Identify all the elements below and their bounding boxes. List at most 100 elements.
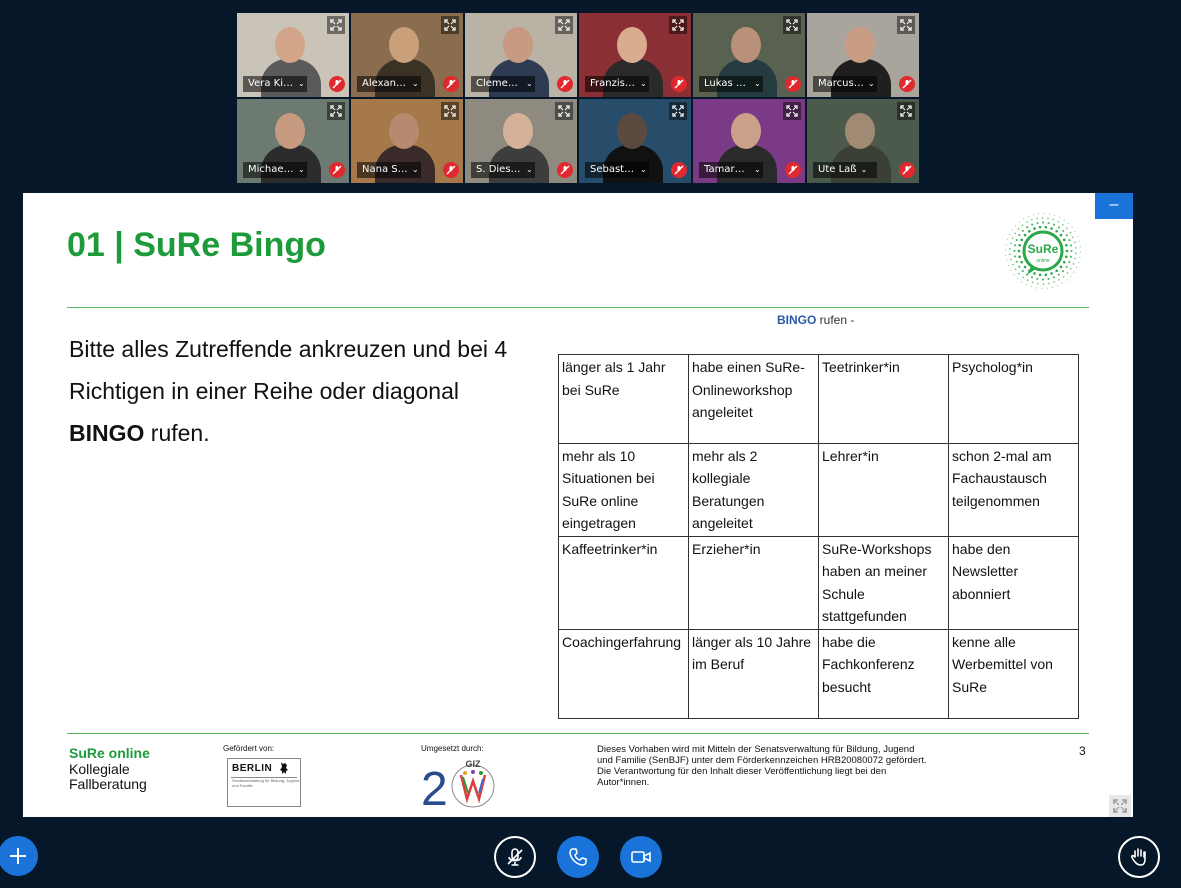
cropped-text-fragment: BINGO rufen - — [777, 313, 855, 327]
minimize-presentation-button[interactable]: – — [1095, 193, 1133, 219]
expand-video-button[interactable] — [441, 102, 459, 120]
logo-subtext: online — [1036, 258, 1050, 264]
funded-by-label: Gefördert von: — [223, 744, 275, 753]
participant-tile[interactable]: Michael … ⌄ — [237, 99, 349, 183]
participant-tile[interactable]: Franzisk… ⌄ — [579, 13, 691, 97]
chevron-down-icon: ⌄ — [868, 79, 875, 88]
presentation-slide: 01 | SuRe Bingo SuRe online BINGO rufen … — [23, 193, 1133, 817]
participant-tile[interactable]: Marcus … ⌄ — [807, 13, 919, 97]
participant-name[interactable]: Nana Sh… ⌄ — [357, 162, 421, 178]
chevron-down-icon: ⌄ — [526, 79, 533, 88]
expand-video-button[interactable] — [897, 102, 915, 120]
expand-video-button[interactable] — [897, 16, 915, 34]
bingo-grid: länger als 1 Jahr bei SuRe habe einen SuR… — [558, 354, 1079, 719]
expand-video-button[interactable] — [669, 102, 687, 120]
audio-button[interactable] — [557, 836, 599, 878]
participant-name-label: Marcus … — [818, 78, 864, 89]
expand-icon — [786, 105, 798, 117]
participant-tile[interactable]: Tamara … ⌄ — [693, 99, 805, 183]
muted-icon — [443, 76, 459, 92]
mic-off-icon — [507, 848, 523, 866]
bingo-cell: SuRe-Workshops haben an meiner Schule st… — [818, 535, 949, 630]
chevron-down-icon: ⌄ — [754, 79, 761, 88]
header-divider — [67, 307, 1089, 308]
participant-name[interactable]: Clemen… ⌄ — [471, 76, 535, 92]
giz-20-logo: 2 GIZ — [421, 759, 495, 811]
bingo-cell: länger als 10 Jahre im Beruf — [688, 628, 819, 719]
expand-icon — [786, 19, 798, 31]
participant-name[interactable]: Sebasti… ⌄ — [585, 162, 649, 178]
bingo-cell: Teetrinker*in — [818, 354, 949, 444]
participant-name-label: Clemen… — [476, 78, 522, 89]
participant-tile[interactable]: Lukas H… ⌄ — [693, 13, 805, 97]
participant-tile[interactable]: Clemen… ⌄ — [465, 13, 577, 97]
expand-icon — [444, 19, 456, 31]
participant-name-label: Franzisk… — [590, 78, 636, 89]
expand-icon — [444, 105, 456, 117]
expand-video-button[interactable] — [783, 102, 801, 120]
expand-icon — [558, 19, 570, 31]
chevron-down-icon: ⌄ — [860, 165, 868, 174]
participant-tile[interactable]: Vera Kia… ⌄ — [237, 13, 349, 97]
bingo-cell: mehr als 10 Situationen bei SuRe online … — [558, 442, 689, 537]
expand-video-button[interactable] — [327, 16, 345, 34]
implemented-by-label: Umgesetzt durch: — [421, 744, 484, 753]
participant-name[interactable]: Tamara … ⌄ — [699, 162, 763, 178]
participant-tile[interactable]: Sebasti… ⌄ — [579, 99, 691, 183]
participant-name[interactable]: Marcus … ⌄ — [813, 76, 877, 92]
expand-video-button[interactable] — [555, 102, 573, 120]
expand-video-button[interactable] — [555, 16, 573, 34]
participant-tile[interactable]: Ute Laß ⌄ — [807, 99, 919, 183]
actions-button[interactable] — [0, 836, 38, 876]
participant-name[interactable]: S. Diesb… ⌄ — [471, 162, 535, 178]
sure-logo: SuRe online — [1004, 212, 1082, 290]
participant-name[interactable]: Vera Kia… ⌄ — [243, 76, 307, 92]
muted-icon — [329, 162, 345, 178]
participant-tile[interactable]: S. Diesb… ⌄ — [465, 99, 577, 183]
chevron-down-icon: ⌄ — [754, 165, 761, 174]
participant-name[interactable]: Michael … ⌄ — [243, 162, 307, 178]
expand-icon — [672, 19, 684, 31]
berlin-senate-logo: BERLIN Senatsverwaltung für Bildung, Jug… — [227, 758, 301, 807]
muted-icon — [785, 76, 801, 92]
bingo-cell: kenne alle Werbemittel von SuRe — [948, 628, 1079, 719]
fullscreen-icon — [1113, 799, 1127, 813]
bingo-cell: habe den Newsletter abonniert — [948, 535, 1079, 630]
bingo-cell: schon 2-mal am Fachaustausch teilgenomme… — [948, 442, 1079, 537]
bingo-instructions: Bitte alles Zutreffende ankreuzen und be… — [69, 336, 508, 446]
bingo-cell: länger als 1 Jahr bei SuRe — [558, 354, 689, 444]
slide-page-number: 3 — [1079, 744, 1086, 758]
muted-icon — [329, 76, 345, 92]
bingo-cell: mehr als 2 kollegiale Beratungen angelei… — [688, 442, 819, 537]
expand-video-button[interactable] — [669, 16, 687, 34]
chevron-down-icon: ⌄ — [412, 165, 419, 174]
chevron-down-icon: ⌄ — [412, 79, 419, 88]
unmute-button[interactable] — [494, 836, 536, 878]
expand-video-button[interactable] — [441, 16, 459, 34]
chevron-down-icon: ⌄ — [298, 165, 305, 174]
participant-name[interactable]: Ute Laß ⌄ — [813, 162, 877, 178]
chevron-down-icon: ⌄ — [640, 165, 647, 174]
expand-video-button[interactable] — [783, 16, 801, 34]
expand-video-button[interactable] — [327, 102, 345, 120]
participant-name-label: Vera Kia… — [248, 78, 294, 89]
muted-icon — [899, 162, 915, 178]
participant-name[interactable]: Alexand… ⌄ — [357, 76, 421, 92]
funding-notice: Dieses Vorhaben wird mit Mitteln der Sen… — [597, 744, 927, 788]
participant-name-label: Lukas H… — [704, 78, 750, 89]
camera-button[interactable] — [620, 836, 662, 878]
bingo-row: Kaffeetrinker*in Erzieher*in SuRe-Workshop… — [558, 535, 1079, 630]
bingo-cell: Kaffeetrinker*in — [558, 535, 689, 630]
raise-hand-button[interactable] — [1118, 836, 1160, 878]
participant-name[interactable]: Lukas H… ⌄ — [699, 76, 763, 92]
muted-icon — [671, 162, 687, 178]
plus-icon — [10, 848, 26, 864]
participant-name-label: Alexand… — [362, 78, 408, 89]
participant-tile[interactable]: Nana Sh… ⌄ — [351, 99, 463, 183]
participant-tile[interactable]: Alexand… ⌄ — [351, 13, 463, 97]
expand-icon — [672, 105, 684, 117]
expand-icon — [330, 19, 342, 31]
participant-name[interactable]: Franzisk… ⌄ — [585, 76, 649, 92]
svg-text:GIZ: GIZ — [466, 759, 482, 769]
fullscreen-button[interactable] — [1109, 795, 1131, 817]
